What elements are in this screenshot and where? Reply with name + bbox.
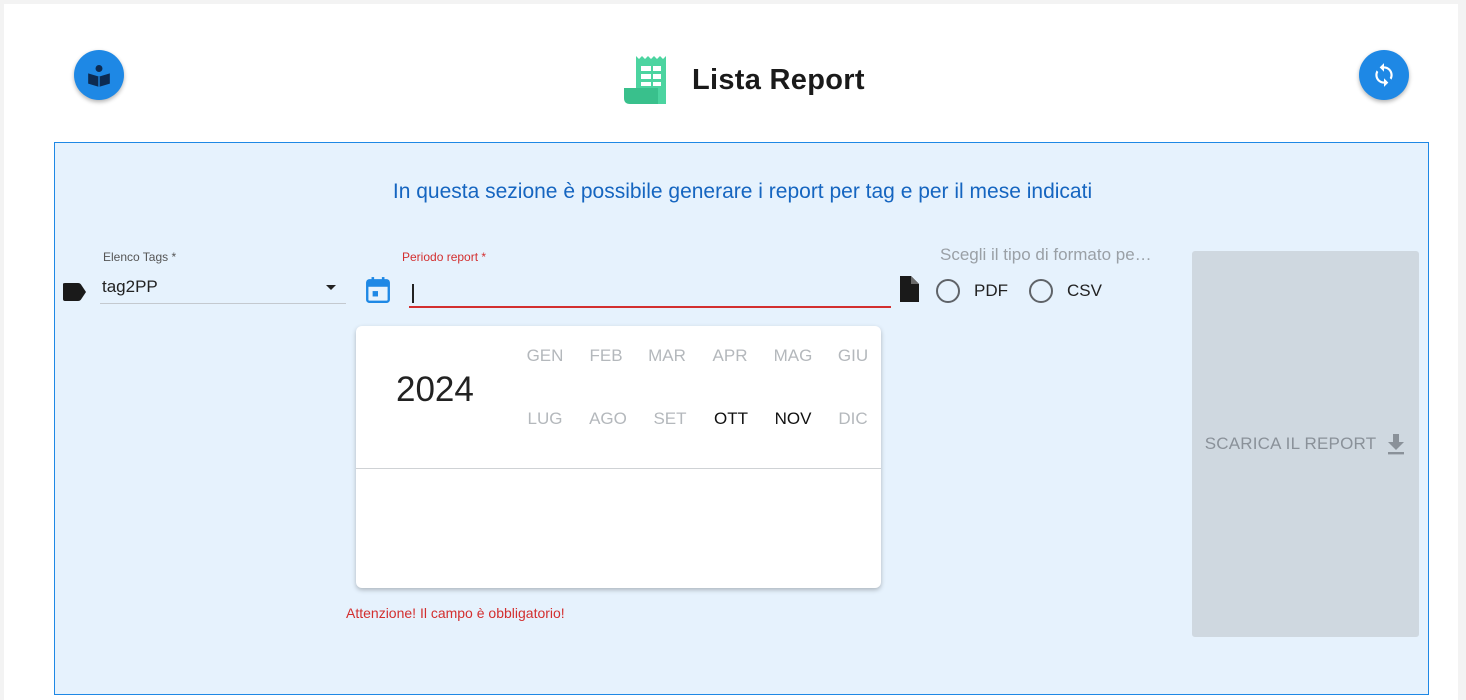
guide-button[interactable] — [74, 50, 124, 100]
chevron-down-icon — [326, 285, 336, 290]
month-ott[interactable]: OTT — [706, 409, 756, 429]
download-button-label: SCARICA IL REPORT — [1204, 434, 1377, 453]
tags-selected-value: tag2PP — [102, 277, 158, 296]
month-mar: MAR — [648, 346, 686, 365]
picker-divider — [356, 468, 881, 469]
period-label: Periodo report * — [402, 250, 487, 264]
radio-csv[interactable]: CSV — [1029, 279, 1102, 303]
tag-icon — [63, 283, 86, 301]
refresh-button[interactable] — [1359, 50, 1409, 100]
month-feb: FEB — [589, 346, 623, 365]
tags-label: Elenco Tags * — [103, 250, 177, 264]
radio-pdf-label: PDF — [974, 281, 1008, 300]
tags-select[interactable]: tag2PP — [100, 271, 346, 304]
reader-book-icon — [88, 65, 110, 87]
download-icon — [1388, 434, 1405, 455]
period-input[interactable] — [409, 273, 891, 308]
period-error-message: Attenzione! Il campo è obbligatorio! — [346, 605, 565, 621]
file-icon — [900, 276, 919, 302]
month-lug: LUG — [527, 409, 563, 428]
month-giu: GIU — [837, 346, 869, 365]
report-receipt-icon — [624, 56, 666, 104]
calendar-icon[interactable] — [365, 276, 391, 304]
month-picker: 2024 GEN FEB MAR APR MAG GIU LUG AGO SET… — [356, 326, 881, 588]
month-ago: AGO — [589, 409, 627, 428]
page: Lista Report In questa sezione è possibi… — [4, 4, 1458, 700]
picker-year[interactable]: 2024 — [396, 370, 474, 410]
month-apr: APR — [712, 346, 748, 365]
month-dic: DIC — [838, 409, 868, 428]
month-set: SET — [653, 409, 687, 428]
month-mag: MAG — [773, 346, 813, 365]
radio-csv-circle[interactable] — [1029, 279, 1053, 303]
panel-intro: In questa sezione è possibile generare i… — [392, 180, 1093, 203]
month-gen: GEN — [526, 346, 564, 365]
radio-pdf-circle[interactable] — [936, 279, 960, 303]
page-header: Lista Report — [622, 54, 865, 106]
month-nov[interactable]: NOV — [768, 409, 818, 429]
text-cursor — [412, 284, 414, 303]
refresh-icon — [1375, 63, 1393, 87]
report-panel: In questa sezione è possibile generare i… — [54, 142, 1429, 695]
format-label: Scegli il tipo di formato pe… — [940, 245, 1152, 264]
radio-csv-label: CSV — [1067, 281, 1102, 300]
page-title: Lista Report — [692, 63, 865, 96]
radio-pdf[interactable]: PDF — [936, 279, 1008, 303]
download-report-button[interactable]: SCARICA IL REPORT — [1192, 251, 1419, 637]
